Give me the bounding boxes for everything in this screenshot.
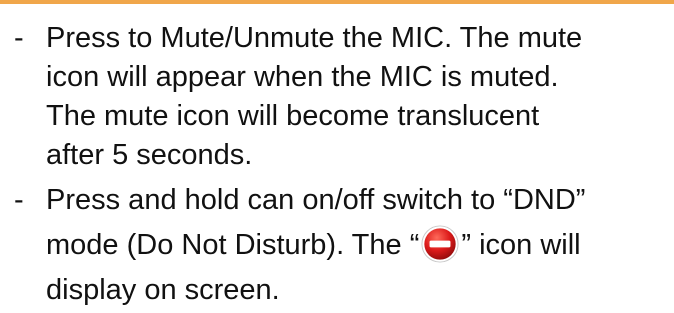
text-line: display on screen. xyxy=(46,274,280,306)
bullet-text: Press to Mute/Unmute the MIC. The mute i… xyxy=(46,19,666,175)
bullet-dash: - xyxy=(14,22,24,54)
text-line: after 5 seconds. xyxy=(46,139,253,171)
instruction-panel: - Press to Mute/Unmute the MIC. The mute… xyxy=(0,4,674,311)
text-line-with-icon: mode (Do Not Disturb). The “ ” icon will xyxy=(46,223,666,268)
text-line: icon will appear when the MIC is muted. xyxy=(46,61,559,93)
text-line: Press and hold can on/off switch to “DND… xyxy=(46,184,586,216)
text-line: Press to Mute/Unmute the MIC. The mute xyxy=(46,22,583,54)
text-fragment: mode (Do Not Disturb). The “ xyxy=(46,229,420,261)
bullet-text: Press and hold can on/off switch to “DND… xyxy=(46,178,666,313)
do-not-disturb-icon xyxy=(421,225,459,263)
bullet-dash: - xyxy=(14,184,24,216)
text-line: The mute icon will become translucent xyxy=(46,100,540,132)
text-fragment: ” icon will xyxy=(461,229,581,261)
